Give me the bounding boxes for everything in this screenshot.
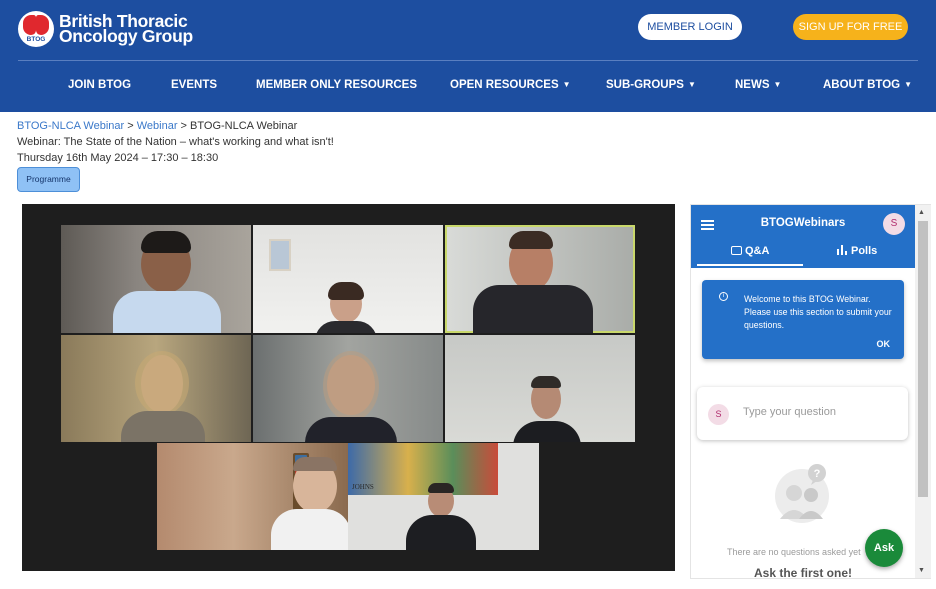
chevron-down-icon: ▼ [904, 80, 913, 89]
no-questions-illustration-icon: ? [775, 463, 831, 530]
question-avatar: S [708, 404, 729, 425]
no-questions-text: There are no questions asked yet [727, 547, 861, 557]
qa-panel: BTOGWebinars S Q&A Polls ▲ ▼ i Welcome t… [690, 204, 931, 580]
welcome-ok-button[interactable]: OK [877, 339, 891, 349]
scroll-up-arrow-icon[interactable]: ▲ [918, 209, 925, 216]
event-datetime: Thursday 16th May 2024 – 17:30 – 18:30 [17, 152, 219, 164]
participant-video-tile [253, 225, 443, 333]
breadcrumb-current: BTOG-NLCA Webinar [190, 120, 298, 132]
breadcrumb: BTOG-NLCA Webinar > Webinar > BTOG-NLCA … [17, 120, 297, 132]
nav-join-btog[interactable]: JOIN BTOG [68, 79, 131, 91]
poster-text: JOHNS [352, 483, 374, 491]
scroll-down-arrow-icon[interactable]: ▼ [918, 567, 925, 574]
logo-mark-text: BTOG [26, 36, 46, 43]
participant-video-tile [253, 335, 443, 442]
nav-about-btog[interactable]: ABOUT BTOG ▼ [823, 79, 912, 91]
logo-line-2: Oncology Group [59, 26, 193, 46]
tab-qa-label: Q&A [745, 245, 770, 257]
chevron-down-icon: ▼ [687, 80, 696, 89]
breadcrumb-link-webinar[interactable]: Webinar [137, 120, 178, 132]
sign-up-button[interactable]: SIGN UP FOR FREE [793, 14, 908, 40]
qa-panel-title: BTOGWebinars [760, 217, 846, 229]
nav-member-only-resources[interactable]: MEMBER ONLY RESOURCES [256, 79, 417, 91]
nav-news[interactable]: NEWS ▼ [735, 79, 781, 91]
logo-wordmark: British Thoracic Oncology Group [59, 12, 193, 46]
breadcrumb-separator: > [177, 120, 191, 132]
event-title: Webinar: The State of the Nation – what'… [17, 136, 334, 148]
user-avatar[interactable]: S [883, 213, 905, 235]
site-header: BTOG British Thoracic Oncology Group MEM… [0, 0, 936, 112]
bar-chart-icon [837, 245, 847, 255]
participant-video-tile [157, 443, 348, 550]
participant-video-tile: JOHNS [348, 443, 539, 550]
tab-polls[interactable]: Polls [837, 245, 877, 257]
ask-first-prompt: Ask the first one! [753, 566, 852, 580]
chat-bubbles-icon [731, 246, 742, 255]
breadcrumb-separator: > [124, 120, 137, 132]
participant-video-tile-speaking [445, 225, 635, 333]
panel-scrollbar[interactable]: ▲ ▼ [915, 205, 931, 578]
qa-panel-header: BTOGWebinars S Q&A Polls [691, 205, 915, 268]
question-placeholder[interactable]: Type your question [743, 406, 836, 418]
chevron-down-icon: ▼ [562, 80, 571, 89]
nav-sub-groups[interactable]: SUB-GROUPS ▼ [606, 79, 696, 91]
welcome-notice: i Welcome to this BTOG Webinar. Please u… [702, 280, 904, 359]
selected-tab-indicator [697, 264, 803, 266]
header-divider [18, 60, 918, 61]
nav-events[interactable]: EVENTS [171, 79, 217, 91]
ask-button[interactable]: Ask [865, 529, 903, 567]
tab-polls-label: Polls [851, 245, 878, 257]
participant-video-tile [61, 335, 251, 442]
nav-open-resources[interactable]: OPEN RESOURCES ▼ [450, 79, 571, 91]
logo-lungs-icon: BTOG [18, 11, 54, 47]
chevron-down-icon: ▼ [773, 80, 782, 89]
breadcrumb-link-btog-nlca[interactable]: BTOG-NLCA Webinar [17, 120, 124, 132]
scrollbar-thumb[interactable] [918, 221, 928, 497]
programme-button[interactable]: Programme [17, 167, 80, 192]
tab-qa[interactable]: Q&A [731, 245, 769, 257]
member-login-button[interactable]: MEMBER LOGIN [638, 14, 742, 40]
info-icon: i [719, 292, 728, 301]
svg-text:?: ? [814, 468, 821, 480]
participant-video-tile [445, 335, 635, 442]
participant-video-tile [61, 225, 251, 333]
site-logo[interactable]: BTOG British Thoracic Oncology Group [18, 11, 193, 47]
question-input[interactable]: S Type your question [697, 387, 908, 440]
welcome-message: Welcome to this BTOG Webinar. Please use… [744, 294, 892, 330]
webinar-video[interactable]: JOHNS [22, 204, 675, 571]
